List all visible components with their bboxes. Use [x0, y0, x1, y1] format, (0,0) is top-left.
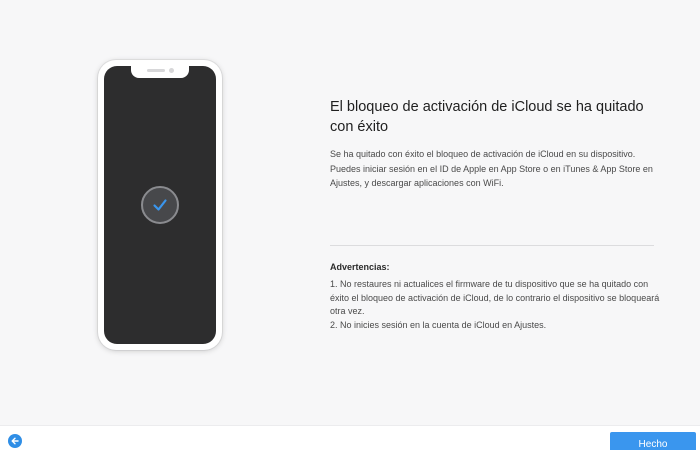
- success-message: El bloqueo de activación de iCloud se ha…: [330, 97, 660, 191]
- warnings-title: Advertencias:: [330, 262, 390, 272]
- phone-illustration: [98, 60, 222, 350]
- success-badge: [141, 186, 179, 224]
- footer-bar: Hecho: [0, 425, 700, 450]
- back-button[interactable]: [8, 434, 22, 448]
- section-divider: [330, 245, 654, 246]
- arrow-left-icon: [11, 437, 19, 445]
- warning-item: 1. No restaures ni actualices el firmwar…: [330, 279, 660, 316]
- page-title: El bloqueo de activación de iCloud se ha…: [330, 99, 644, 135]
- phone-speaker: [147, 69, 165, 72]
- app-window: El bloqueo de activación de iCloud se ha…: [0, 0, 700, 450]
- done-button[interactable]: Hecho: [610, 432, 696, 450]
- success-description: Se ha quitado con éxito el bloqueo de ac…: [330, 149, 653, 188]
- warning-item: 2. No inicies sesión en la cuenta de iCl…: [330, 319, 547, 330]
- phone-screen: [104, 66, 216, 344]
- warnings-section: Advertencias: 1. No restaures ni actuali…: [330, 262, 660, 332]
- phone-camera: [169, 68, 174, 73]
- phone-notch: [131, 66, 189, 78]
- checkmark-icon: [153, 199, 167, 211]
